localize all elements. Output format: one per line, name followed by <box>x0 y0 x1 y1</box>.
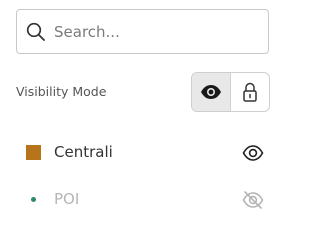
eye-icon <box>200 84 222 100</box>
search-box[interactable] <box>16 9 269 54</box>
lock-icon <box>242 82 258 102</box>
layer-name: POI <box>54 190 80 208</box>
visibility-mode-label: Visibility Mode <box>16 84 107 99</box>
layer-name: Centrali <box>54 143 113 161</box>
eye-icon[interactable] <box>242 142 264 164</box>
layer-color-dot <box>31 197 36 202</box>
search-icon <box>26 22 46 42</box>
visibility-mode-lock-button[interactable] <box>231 73 269 111</box>
eye-off-icon[interactable] <box>242 189 264 211</box>
layer-row-centrali[interactable]: Centrali <box>0 139 287 169</box>
search-input[interactable] <box>54 22 254 41</box>
layer-color-swatch <box>26 145 41 160</box>
layer-row-poi[interactable]: POI <box>0 186 287 216</box>
visibility-mode-eye-button[interactable] <box>192 73 231 111</box>
visibility-mode-toggle <box>191 72 270 112</box>
